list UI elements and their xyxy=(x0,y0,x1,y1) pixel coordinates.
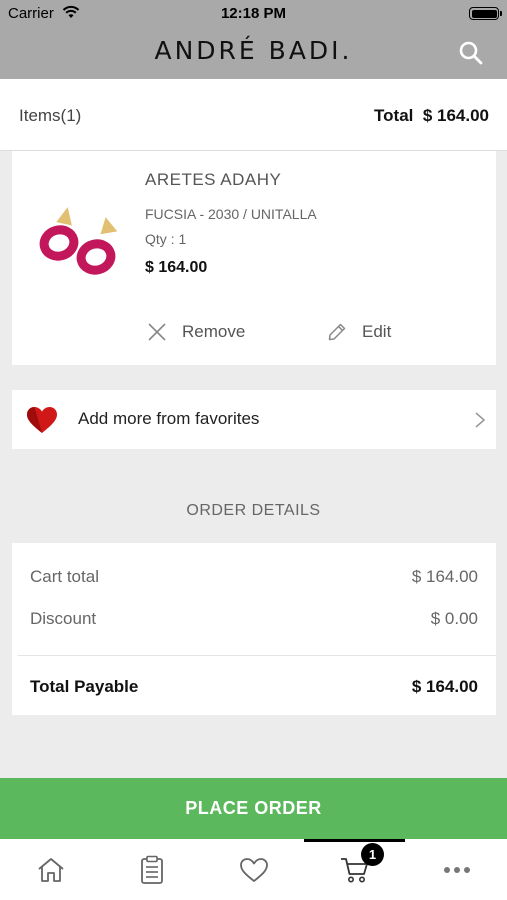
discount-label: Discount xyxy=(30,609,97,628)
tab-favorites[interactable] xyxy=(203,839,304,900)
status-bar: Carrier 12:18 PM xyxy=(0,0,507,28)
more-icon xyxy=(443,866,470,873)
add-from-favorites-row[interactable]: Add more from favorites xyxy=(12,390,496,449)
edit-button[interactable]: Edit xyxy=(327,319,391,345)
remove-label: Remove xyxy=(182,322,246,341)
clock-time: 12:18 PM xyxy=(220,5,287,22)
cart-total-label: Cart total xyxy=(30,567,99,586)
edit-label: Edit xyxy=(362,322,392,341)
pencil-icon xyxy=(328,323,346,341)
place-order-button[interactable]: PLACE ORDER xyxy=(0,778,507,839)
product-name[interactable]: ARETES ADAHY xyxy=(145,170,281,190)
home-icon xyxy=(37,857,64,882)
divider xyxy=(18,655,496,656)
battery-icon xyxy=(469,7,502,20)
clipboard-icon xyxy=(140,855,163,884)
heart-icon xyxy=(239,857,268,882)
discount-value: $ 0.00 xyxy=(430,609,478,628)
app-header: ANDRÉ BADI. xyxy=(0,28,507,79)
tab-home[interactable] xyxy=(0,839,101,900)
heart-icon xyxy=(27,407,57,433)
cart-count-badge: 1 xyxy=(361,843,384,866)
tab-cart[interactable]: 1 xyxy=(304,839,405,900)
items-count: Items(1) xyxy=(19,106,82,125)
cart-total-value: $ 164.00 xyxy=(411,567,478,586)
chevron-right-icon xyxy=(475,412,486,428)
bottom-tab-bar: 1 xyxy=(0,839,507,900)
cart-summary-bar: Items(1) Total $ 164.00 xyxy=(0,79,507,151)
order-details-title: ORDER DETAILS xyxy=(186,502,321,519)
favorites-label: Add more from favorites xyxy=(78,409,260,428)
close-icon xyxy=(148,323,166,341)
product-variant: FUCSIA - 2030 / UNITALLA xyxy=(145,206,317,222)
cart-item-card: ARETES ADAHY FUCSIA - 2030 / UNITALLA Qt… xyxy=(12,151,496,365)
cart-total: Total $ 164.00 xyxy=(374,106,489,125)
tab-more[interactable] xyxy=(406,839,507,900)
product-image[interactable] xyxy=(34,193,134,283)
search-icon[interactable] xyxy=(457,39,485,67)
remove-button[interactable]: Remove xyxy=(147,319,245,345)
total-payable-label: Total Payable xyxy=(30,677,139,696)
total-payable-value: $ 164.00 xyxy=(411,677,478,696)
product-quantity: Qty : 1 xyxy=(145,231,187,247)
order-details-card: Cart total $ 164.00 Discount $ 0.00 Tota… xyxy=(12,543,496,715)
tab-orders[interactable] xyxy=(101,839,202,900)
product-price: $ 164.00 xyxy=(145,259,208,276)
brand-logo[interactable]: ANDRÉ BADI. xyxy=(0,36,507,65)
